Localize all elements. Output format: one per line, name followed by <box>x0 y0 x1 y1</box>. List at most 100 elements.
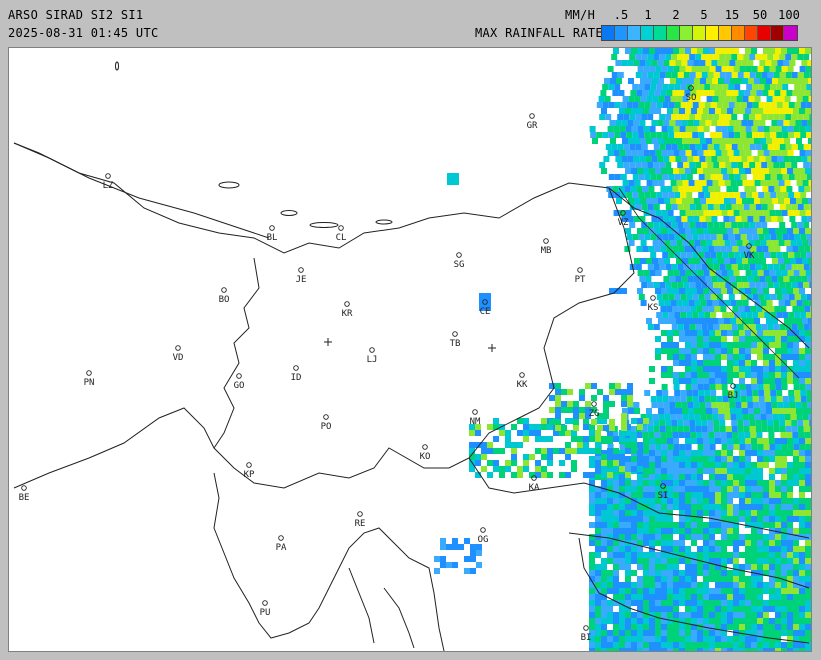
rain-cell <box>725 426 732 432</box>
station-marker[interactable] <box>293 365 299 371</box>
station-marker[interactable] <box>519 372 525 378</box>
station-marker[interactable] <box>344 301 350 307</box>
rain-cell <box>697 588 703 594</box>
station-marker[interactable] <box>583 625 589 631</box>
rain-cell <box>792 432 799 438</box>
rain-cell <box>733 648 739 651</box>
rain-cell <box>434 556 440 562</box>
rain-cell <box>685 360 691 366</box>
station-marker[interactable] <box>298 267 304 273</box>
rain-cell <box>809 324 811 330</box>
station-marker[interactable] <box>21 485 27 491</box>
station-marker[interactable] <box>456 252 462 258</box>
station-marker[interactable] <box>338 225 344 231</box>
station-marker[interactable] <box>175 345 181 351</box>
rain-cell <box>745 642 751 648</box>
rain-cell <box>629 114 636 120</box>
station-marker[interactable] <box>221 287 227 293</box>
rain-cell <box>793 648 799 651</box>
legend-ticks: .5 1 2 5 15 50 100 <box>600 8 812 22</box>
station-marker[interactable] <box>650 295 656 301</box>
rain-cell <box>770 102 777 108</box>
rain-cell <box>697 468 703 474</box>
rain-cell <box>628 240 635 246</box>
rain-cell <box>649 618 655 624</box>
rain-cell <box>710 390 717 396</box>
rain-cell <box>644 192 651 198</box>
rain-cell <box>761 420 768 426</box>
station-marker[interactable] <box>323 414 329 420</box>
rain-cell <box>700 300 707 306</box>
rain-cell <box>649 534 655 540</box>
rain-cell <box>775 558 781 564</box>
rain-cell <box>713 162 720 168</box>
station-marker[interactable] <box>86 370 92 376</box>
station-marker[interactable] <box>452 331 458 337</box>
rain-cell <box>655 642 661 648</box>
rain-cell <box>658 408 664 414</box>
rain-cell <box>715 348 721 354</box>
rain-cell <box>653 426 660 432</box>
rain-cell <box>774 90 781 96</box>
station-marker[interactable] <box>422 444 428 450</box>
rain-cell <box>637 168 643 174</box>
station-marker[interactable] <box>269 225 275 231</box>
rain-cell <box>691 522 697 528</box>
rain-cell <box>749 144 756 150</box>
rain-cell <box>691 510 697 516</box>
station-marker[interactable] <box>357 511 363 517</box>
rain-cell <box>743 426 750 432</box>
rain-cell <box>721 450 727 456</box>
rain-cell <box>591 395 597 401</box>
rain-cell <box>769 330 775 336</box>
rain-cell <box>781 624 787 630</box>
station-marker[interactable] <box>591 401 597 407</box>
rain-cell <box>733 504 739 510</box>
station-marker[interactable] <box>369 347 375 353</box>
rain-cell <box>806 102 811 108</box>
rain-cell <box>601 454 607 460</box>
station-marker[interactable] <box>278 535 284 541</box>
rain-cell <box>732 246 739 252</box>
rain-cell <box>733 372 739 378</box>
rain-cell <box>577 448 583 454</box>
station-marker[interactable] <box>105 173 111 179</box>
rain-cell <box>803 204 810 210</box>
rain-cell <box>653 222 660 228</box>
rain-cell <box>805 456 811 462</box>
rain-cell <box>793 384 800 390</box>
station-marker[interactable] <box>246 462 252 468</box>
rain-cell <box>595 564 601 570</box>
station-marker[interactable] <box>577 267 583 273</box>
rain-cell <box>655 336 661 342</box>
rain-cell <box>691 288 697 294</box>
rain-cell <box>619 630 625 636</box>
rain-cell <box>697 492 703 498</box>
rain-cell <box>751 510 757 516</box>
rain-cell <box>709 360 715 366</box>
rain-cell <box>810 90 811 96</box>
radar-map[interactable]: GR SO LZ BL CL MB SG JE PT BO KR CE VD LJ TB PN GO ID KK PO… <box>8 47 812 652</box>
station-marker[interactable] <box>262 600 268 606</box>
station-marker[interactable] <box>472 409 478 415</box>
rain-cell <box>727 504 733 510</box>
rain-cell <box>547 436 553 442</box>
rain-cell <box>685 570 691 576</box>
station-marker[interactable] <box>480 527 486 533</box>
station-marker[interactable] <box>543 238 549 244</box>
rain-cell <box>625 210 632 216</box>
rain-cell <box>637 558 643 564</box>
rain-cell <box>743 222 750 228</box>
rain-cell <box>788 102 795 108</box>
station-marker[interactable] <box>236 373 242 379</box>
rain-cell <box>751 552 757 558</box>
rain-cell <box>703 612 709 618</box>
rain-cell <box>789 156 796 162</box>
rain-cell <box>793 564 799 570</box>
rain-cell <box>733 612 739 618</box>
rain-cell <box>667 612 673 618</box>
rain-cell <box>619 534 625 540</box>
station-marker[interactable] <box>529 113 535 119</box>
rain-cell <box>772 240 779 246</box>
rain-cell <box>727 480 733 486</box>
